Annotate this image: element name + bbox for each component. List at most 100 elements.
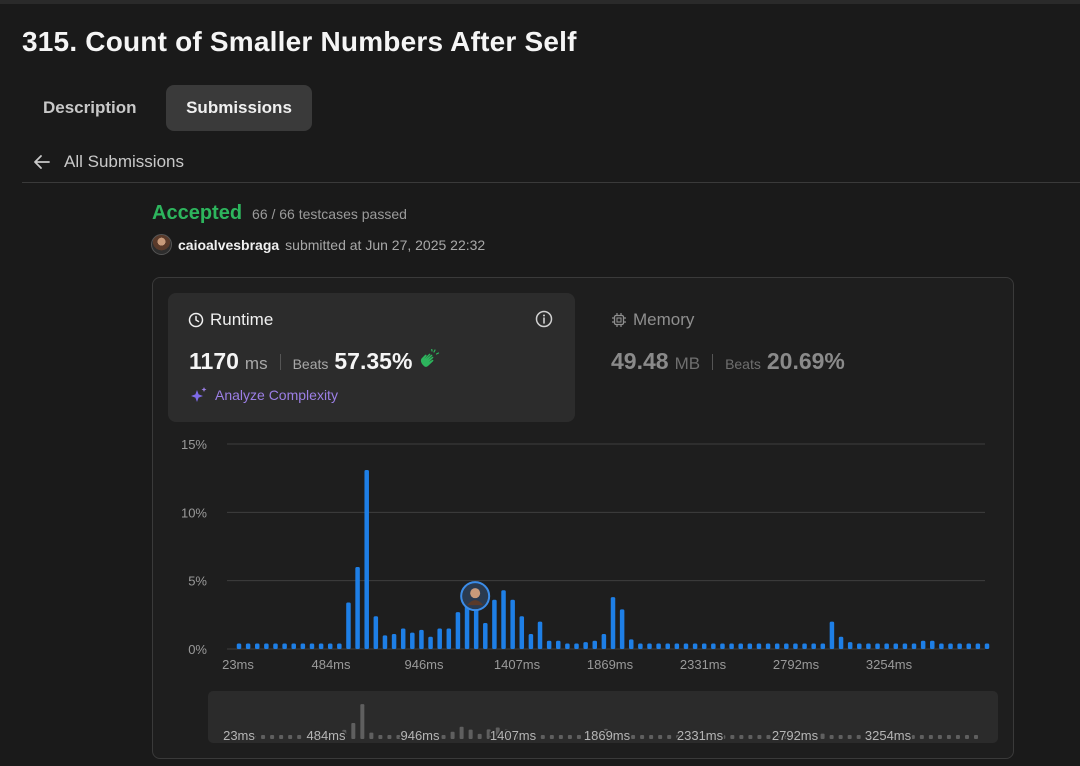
chart-bar — [282, 643, 287, 649]
chart-bar — [920, 640, 926, 649]
x-tick-label: 3254ms — [866, 657, 913, 672]
navigator-bar — [450, 731, 455, 739]
chart-bar — [391, 633, 397, 649]
chart-bar — [483, 623, 488, 649]
navigator-bar — [919, 735, 924, 739]
chart-bar — [510, 599, 515, 649]
chart-bar — [291, 643, 296, 649]
navigator-bar — [288, 735, 293, 739]
back-to-all-submissions[interactable]: All Submissions — [32, 150, 184, 174]
navigator-bar — [847, 735, 852, 739]
chart-bar — [245, 643, 251, 649]
runtime-metric: 1170 ms Beats 57.35% — [189, 348, 440, 375]
runtime-distribution-chart[interactable]: 15% 10% 5% 0% 23ms 484ms 946ms 1407ms 1869ms 2331… — [152, 430, 1002, 680]
navigator-bar — [955, 735, 960, 739]
chart-bar — [273, 643, 278, 649]
chart-bar — [948, 643, 953, 649]
x-tick-label: 23ms — [222, 657, 254, 672]
navigator-tick-label: 2331ms — [677, 728, 724, 743]
chart-bar — [875, 643, 880, 649]
analyze-complexity-link[interactable]: Analyze Complexity — [190, 386, 338, 404]
chart-bar — [519, 616, 525, 649]
memory-label-row[interactable]: Memory — [611, 310, 694, 330]
chart-bar — [984, 643, 990, 649]
navigator-bar — [730, 735, 735, 739]
chart-bar — [346, 602, 351, 649]
chart-bar — [601, 633, 607, 649]
y-tick-label: 15% — [181, 437, 207, 452]
navigator-bar — [631, 735, 636, 739]
chart-bar — [565, 643, 570, 649]
info-icon[interactable] — [535, 310, 553, 328]
memory-metric: 49.48 MB Beats 20.69% — [611, 348, 845, 375]
chart-bar — [802, 643, 807, 649]
chart-bar — [939, 643, 944, 649]
chart-bar — [765, 643, 771, 649]
chart-bar — [264, 643, 269, 649]
navigator-bar — [270, 735, 275, 739]
chart-bar — [729, 643, 734, 649]
chart-bar — [638, 643, 643, 649]
avatar[interactable] — [151, 234, 172, 255]
chart-bar — [410, 632, 415, 649]
navigator-bar — [261, 735, 266, 739]
x-tick-label: 484ms — [311, 657, 351, 672]
navigator-bar — [766, 735, 771, 739]
chart-bar — [455, 612, 461, 649]
chart-bar — [902, 643, 908, 649]
y-tick-label: 5% — [188, 574, 207, 589]
back-label: All Submissions — [64, 152, 184, 171]
chart-bar — [309, 643, 315, 649]
separator — [712, 353, 714, 370]
chart-bar — [966, 643, 972, 649]
navigator-bar — [297, 735, 302, 739]
navigator-bar — [649, 735, 654, 739]
navigator-tick-label: 484ms — [306, 728, 346, 743]
memory-label: Memory — [633, 310, 695, 329]
navigator-bar — [468, 729, 473, 739]
range-navigator-chart[interactable]: 23ms 484ms 946ms 1407ms 1869ms 2331ms 2792ms 32… — [208, 691, 998, 743]
chart-bar — [774, 643, 780, 649]
chart-bar — [756, 643, 762, 649]
chart-bar — [337, 643, 342, 649]
chart-bar — [254, 643, 260, 649]
chart-bar — [528, 633, 534, 649]
chart-bar — [893, 643, 899, 649]
navigator-bar — [640, 735, 645, 739]
chart-bar — [628, 639, 634, 649]
chart-bar — [829, 621, 835, 649]
chart-bar — [537, 621, 543, 649]
navigator-tick-label: 23ms — [223, 728, 255, 743]
chip-icon — [612, 313, 626, 327]
chart-bar — [610, 597, 616, 649]
navigator-bar — [974, 735, 978, 739]
navigator-bar — [829, 735, 834, 739]
chart-bar — [556, 640, 561, 649]
chart-bar — [327, 643, 333, 649]
arrow-left-icon — [34, 155, 50, 169]
navigator-tick-label: 2792ms — [772, 728, 819, 743]
tab-submissions[interactable]: Submissions — [166, 85, 312, 131]
navigator-bar — [279, 735, 284, 739]
navigator-bar — [441, 735, 446, 739]
navigator-bar — [540, 735, 545, 739]
navigator-bar — [838, 735, 843, 739]
chart-bar — [619, 609, 625, 649]
chart-bar — [665, 643, 670, 649]
navigator-bar — [658, 735, 663, 739]
navigator-bar — [910, 735, 915, 739]
clap-icon — [421, 349, 440, 367]
chart-bar — [784, 643, 789, 649]
navigator-bar — [369, 732, 374, 739]
username[interactable]: caioalvesbraga — [178, 237, 279, 253]
chart-bar — [647, 643, 652, 649]
status-accepted: Accepted — [152, 202, 243, 224]
runtime-label: Runtime — [210, 310, 274, 329]
chart-bar — [492, 599, 497, 649]
chart-bar — [820, 643, 826, 649]
navigator-bar — [567, 735, 572, 739]
tab-description[interactable]: Description — [23, 85, 157, 131]
top-border — [0, 0, 1080, 4]
chart-bar — [382, 635, 388, 649]
navigator-tick-label: 1869ms — [584, 728, 631, 743]
